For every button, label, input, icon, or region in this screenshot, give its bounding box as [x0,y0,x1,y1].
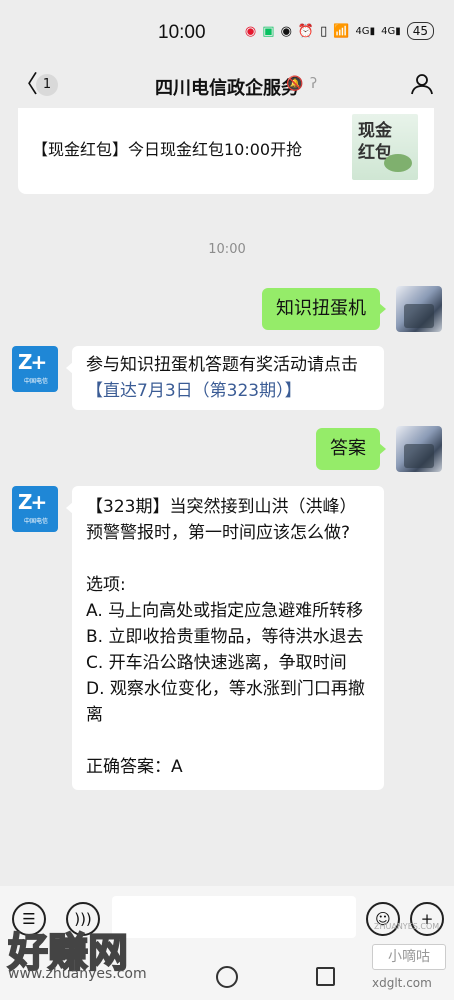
message-input[interactable] [112,896,356,938]
alarm-icon: ⏰ [297,23,315,39]
weibo-icon: ◉ [244,23,257,39]
watermark-tiny: ZHUANYES.COM [374,922,440,931]
profile-button[interactable] [410,72,434,100]
leaf-decoration [384,154,412,172]
chat-header: 〈 1 四川电信政企服务 🔕 ʔ [0,64,454,108]
signal-2-icon: 4G ▮ [381,25,401,37]
status-icons: ◉ ▣ ◉ ⏰ ▯ 📶 4G ▮ 4G ▮ 45 [245,22,434,40]
my-avatar[interactable] [396,286,442,332]
avatar-logo: Z+ [18,490,47,514]
sender-avatar[interactable]: Z+ 中国电信 [12,346,58,392]
recents-button[interactable] [316,967,335,986]
status-bar: 10:00 ◉ ▣ ◉ ⏰ ▯ 📶 4G ▮ 4G ▮ 45 [0,0,454,64]
message-bubble-incoming[interactable]: 参与知识扭蛋机答题有奖活动请点击【直达7月3日（第323期）】 [66,346,384,410]
user-icon [411,74,433,95]
mute-bell-icon: 🔕 [286,76,304,92]
avatar-logo: Z+ [18,350,47,374]
signal-1-icon: 4G ▮ [355,25,376,37]
avatar-label: 中国电信 [24,378,49,385]
message-link[interactable]: 【直达7月3日（第323期）】 [86,381,302,401]
home-button[interactable] [216,966,238,988]
watermark-label: 小嘀咕 [372,944,446,970]
watermark-url: www.zhuanyes.com [8,966,147,982]
promo-text: 【现金红包】今日现金红包10:00开抢 [32,140,303,159]
wechat-icon: ▣ [262,23,275,39]
battery-icon: 45 [406,22,434,40]
message-text: 参与知识扭蛋机答题有奖活动请点击 [86,355,358,375]
status-time: 10:00 [158,22,206,43]
chat-timestamp: 10:00 [208,242,246,257]
chat-title: 四川电信政企服务 [155,78,299,99]
sender-avatar[interactable]: Z+ 中国电信 [12,486,58,532]
message-bubble-outgoing[interactable]: 答案 [316,428,386,470]
promo-thumbnail: 现金 红包 [352,114,418,180]
my-avatar[interactable] [396,426,442,472]
promo-card[interactable]: 【现金红包】今日现金红包10:00开抢 现金 红包 [18,108,434,194]
eye-icon: ◉ [280,23,292,39]
vibrate-icon: ▯ [320,23,328,39]
avatar-label: 中国电信 [24,518,49,525]
message-bubble-outgoing[interactable]: 知识扭蛋机 [262,288,386,330]
watermark-site: xdglt.com [372,976,432,990]
message-bubble-incoming[interactable]: 【323期】当突然接到山洪（洪峰）预警警报时，第一时间应该怎么做? 选项: A.… [66,486,384,790]
earpiece-icon: ʔ [310,76,318,92]
wifi-icon: 📶 [333,23,350,39]
